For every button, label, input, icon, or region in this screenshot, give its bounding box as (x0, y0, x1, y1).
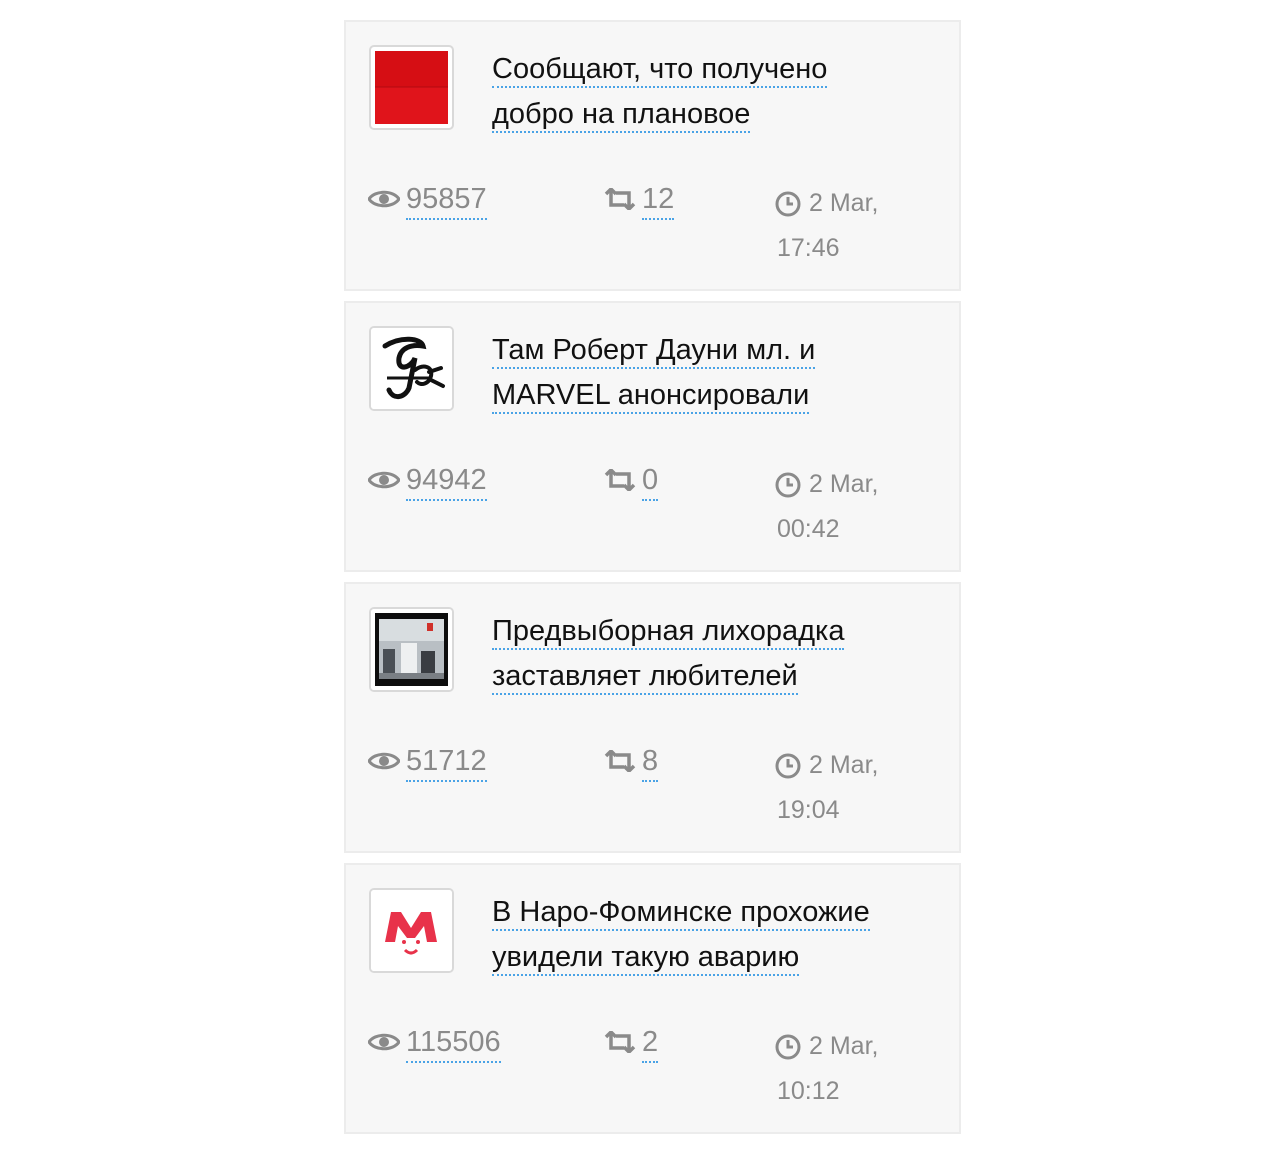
post-thumbnail[interactable] (369, 45, 454, 130)
views-count[interactable]: 51712 (406, 742, 487, 782)
eye-icon (368, 461, 402, 499)
post-time: 2 Mar, 17:46 (775, 181, 929, 262)
post-title-line[interactable]: Сообщают, что получено (492, 53, 828, 88)
post-title-line[interactable]: Там Роберт Дауни мл. и (492, 334, 816, 369)
post-title-line[interactable]: добро на плановое (492, 98, 751, 133)
post-clock-time: 19:04 (777, 796, 840, 824)
clock-icon (775, 743, 803, 788)
post-feed: Сообщают, что получено добро на плановое… (344, 20, 961, 1144)
eye-icon (368, 742, 402, 780)
post-title-line[interactable]: заставляет любителей (492, 660, 798, 695)
post-title[interactable]: Там Роберт Дауни мл. и MARVEL анонсирова… (492, 328, 912, 418)
reposts-stat: 2 (604, 1023, 659, 1063)
post-time: 2 Mar, 19:04 (775, 743, 929, 824)
clock-icon (775, 462, 803, 507)
eye-icon (368, 180, 402, 218)
reposts-stat: 12 (604, 180, 675, 220)
views-count[interactable]: 95857 (406, 180, 487, 220)
post-clock-time: 17:46 (777, 234, 840, 262)
post-title[interactable]: Предвыборная лихорадка заставляет любите… (492, 609, 912, 699)
reposts-stat: 8 (604, 742, 659, 782)
repost-icon (604, 461, 638, 499)
reposts-count[interactable]: 2 (642, 1023, 659, 1063)
post-time: 2 Mar, 10:12 (775, 1024, 929, 1105)
post-thumbnail[interactable] (369, 888, 454, 973)
repost-icon (604, 742, 638, 780)
post-thumbnail[interactable] (369, 326, 454, 411)
views-count[interactable]: 115506 (406, 1023, 501, 1063)
post-title[interactable]: Сообщают, что получено добро на плановое (492, 47, 912, 137)
repost-icon (604, 180, 638, 218)
post-thumbnail[interactable] (369, 607, 454, 692)
views-count[interactable]: 94942 (406, 461, 487, 501)
reposts-count[interactable]: 12 (642, 180, 675, 220)
post-time: 2 Mar, 00:42 (775, 462, 929, 543)
reposts-count[interactable]: 0 (642, 461, 659, 501)
post-clock-time: 10:12 (777, 1077, 840, 1105)
clock-icon (775, 1024, 803, 1069)
eye-icon (368, 1023, 402, 1061)
post-title-line[interactable]: MARVEL анонсировали (492, 379, 810, 414)
reposts-stat: 0 (604, 461, 659, 501)
post-clock-time: 00:42 (777, 515, 840, 543)
post-title[interactable]: В Наро-Фоминске прохожие увидели такую а… (492, 890, 912, 980)
post-date: 2 Mar, (809, 751, 879, 779)
post-date: 2 Mar, (809, 1032, 879, 1060)
post-title-line[interactable]: В Наро-Фоминске прохожие (492, 896, 870, 931)
clock-icon (775, 181, 803, 226)
views-stat: 94942 (368, 461, 487, 501)
views-stat: 51712 (368, 742, 487, 782)
repost-icon (604, 1023, 638, 1061)
views-stat: 95857 (368, 180, 487, 220)
post-card: Там Роберт Дауни мл. и MARVEL анонсирова… (344, 301, 961, 572)
reposts-count[interactable]: 8 (642, 742, 659, 782)
post-title-line[interactable]: увидели такую аварию (492, 941, 800, 976)
post-title-line[interactable]: Предвыборная лихорадка (492, 615, 845, 650)
post-card: Предвыборная лихорадка заставляет любите… (344, 582, 961, 853)
post-date: 2 Mar, (809, 470, 879, 498)
views-stat: 115506 (368, 1023, 501, 1063)
post-date: 2 Mar, (809, 189, 879, 217)
post-card: Сообщают, что получено добро на плановое… (344, 20, 961, 291)
post-card: В Наро-Фоминске прохожие увидели такую а… (344, 863, 961, 1134)
